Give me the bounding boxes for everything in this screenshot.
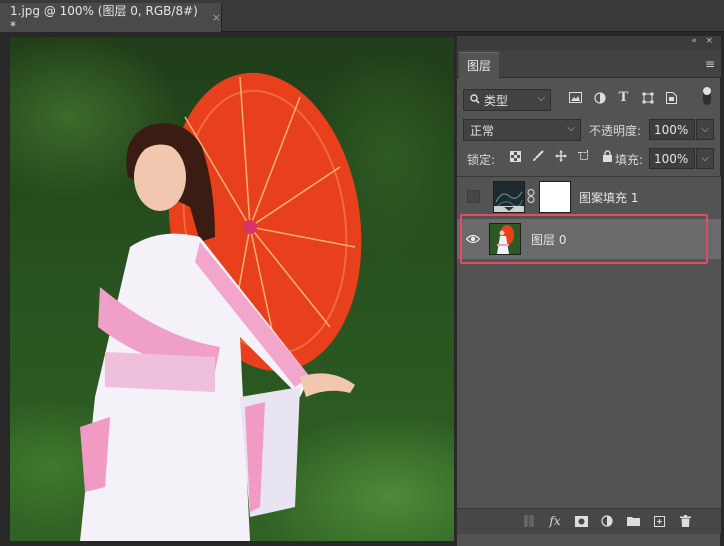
layer-row-pattern-fill[interactable]: 图案填充 1 (457, 177, 721, 217)
filter-toggle[interactable] (703, 87, 711, 105)
fx-icon[interactable]: fx (547, 513, 563, 529)
panel-tab-strip: 图层 ≡ (457, 50, 721, 78)
adjustment-layer-icon[interactable] (599, 513, 615, 529)
shape-filter-icon[interactable] (639, 89, 656, 106)
opacity-label: 不透明度: (589, 124, 642, 138)
photo-thumbnail-graphic (490, 224, 520, 254)
filter-row: 类型 ⌵ T (457, 86, 721, 114)
opacity-field[interactable]: 100% ⌵ (649, 119, 714, 140)
blend-row: 正常 ⌵ 不透明度: 100% ⌵ (457, 116, 721, 144)
fill-dropdown-icon[interactable]: ⌵ (696, 148, 714, 169)
lock-icons (507, 148, 615, 164)
add-mask-icon[interactable] (573, 513, 589, 529)
close-tab-icon[interactable]: × (212, 11, 221, 24)
lock-row: 锁定: 填充: 100% ⌵ (457, 146, 721, 172)
fill-field[interactable]: 100% ⌵ (649, 148, 714, 169)
folder-icon[interactable] (625, 513, 641, 529)
blend-mode-value: 正常 (470, 123, 495, 138)
canvas-photo[interactable] (10, 37, 454, 541)
layer-row-layer-0[interactable]: 图层 0 (457, 219, 721, 259)
panel-collapse-bar: « × (457, 36, 721, 50)
lock-transparent-pixels-icon[interactable] (507, 148, 523, 164)
pattern-thumbnail-graphic (494, 182, 524, 212)
new-layer-icon[interactable] (651, 513, 667, 529)
opacity-value: 100% (654, 122, 689, 137)
layer-mask-thumbnail[interactable] (539, 181, 571, 213)
lock-image-pixels-icon[interactable] (530, 148, 546, 164)
link-chain-icon[interactable] (527, 189, 535, 206)
link-layers-icon[interactable]: ⛓ (521, 513, 537, 529)
lock-label: 锁定: (467, 153, 496, 167)
opacity-dropdown-icon[interactable]: ⌵ (696, 119, 714, 140)
filter-icons: T (567, 89, 680, 106)
smart-object-filter-icon[interactable] (663, 89, 680, 106)
layer-name[interactable]: 图层 0 (531, 231, 566, 248)
image-filter-icon[interactable] (567, 89, 584, 106)
filter-kind-label: 类型 (484, 93, 509, 108)
adjustment-filter-icon[interactable] (591, 89, 608, 106)
layers-panel: « × 图层 ≡ 类型 ⌵ T 正常 ⌵ 不透明度: 100% ⌵ 锁定: 填充… (456, 36, 721, 546)
layers-list: 图案填充 1 图层 0 (457, 176, 721, 508)
lock-all-icon[interactable] (599, 148, 615, 164)
eye-icon[interactable] (465, 231, 481, 247)
blend-mode-select[interactable]: 正常 ⌵ (463, 119, 581, 141)
type-filter-icon[interactable]: T (615, 89, 632, 106)
tab-layers[interactable]: 图层 (459, 52, 499, 78)
document-tab[interactable]: 1.jpg @ 100% (图层 0, RGB/8#) * × (0, 3, 222, 33)
lock-position-icon[interactable] (553, 148, 569, 164)
layers-bottom-bar: ⛓ fx (457, 508, 721, 534)
document-tab-title: 1.jpg @ 100% (图层 0, RGB/8#) * (10, 4, 198, 33)
close-panel-icon[interactable]: × (705, 36, 713, 46)
trash-icon[interactable] (677, 513, 693, 529)
filter-kind-select[interactable]: 类型 ⌵ (463, 89, 551, 111)
photo-illustration (80, 72, 362, 541)
panel-menu-icon[interactable]: ≡ (705, 57, 715, 71)
chevron-down-icon: ⌵ (537, 93, 545, 104)
search-icon (470, 93, 480, 107)
canvas-area[interactable] (0, 33, 456, 546)
layer-actions: ⛓ fx (521, 513, 693, 529)
layer-name[interactable]: 图案填充 1 (579, 189, 638, 206)
visibility-toggle-off[interactable] (467, 190, 480, 203)
chevron-down-icon: ⌵ (567, 123, 575, 134)
lock-artboard-icon[interactable] (576, 148, 592, 164)
layer-thumbnail (489, 223, 521, 255)
fill-value: 100% (654, 151, 689, 166)
layer-thumbnail (493, 181, 525, 213)
document-tab-bar: 1.jpg @ 100% (图层 0, RGB/8#) * × (0, 0, 724, 33)
fill-label: 填充: (615, 153, 644, 167)
collapse-panel-icon[interactable]: « (691, 36, 697, 46)
